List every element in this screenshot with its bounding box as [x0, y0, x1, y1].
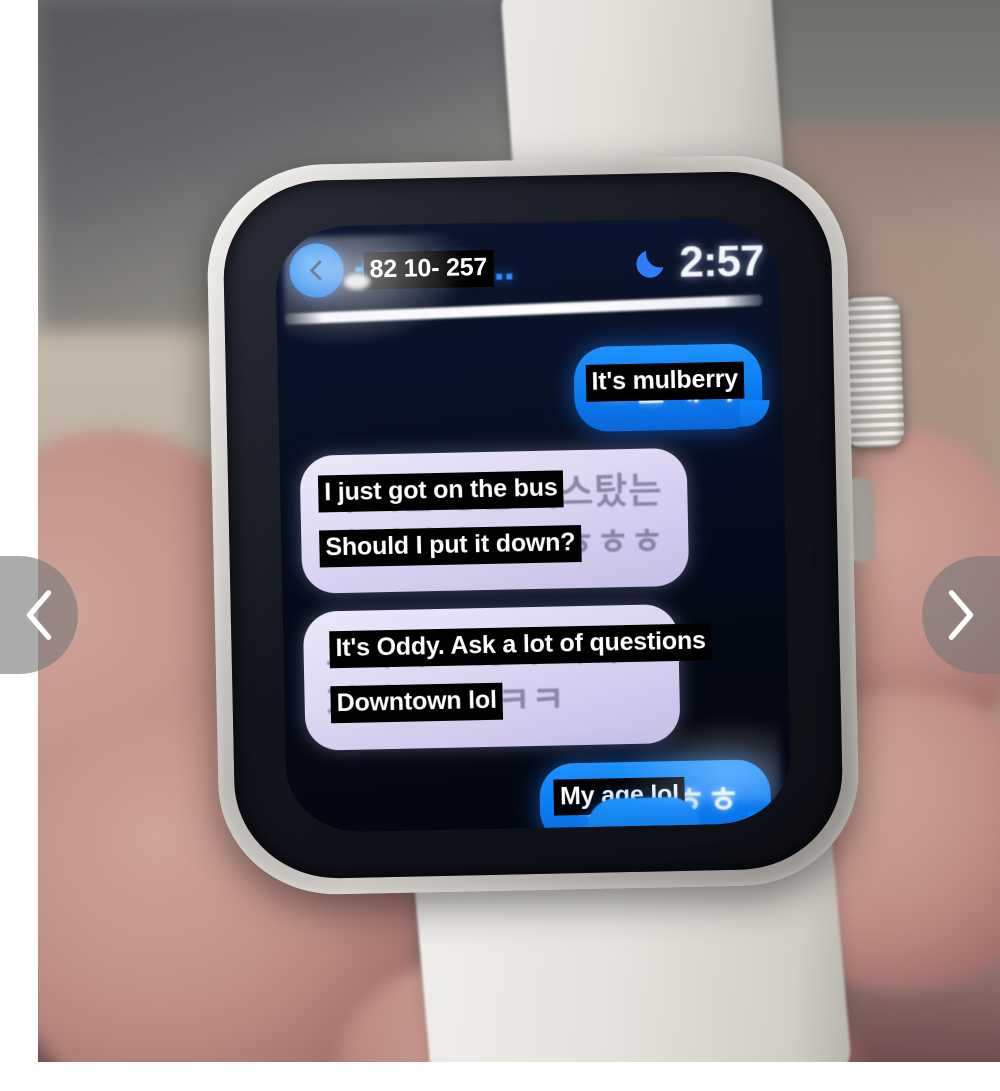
back-button[interactable] [289, 242, 345, 299]
translation-overlay-2b: Should I put it down? [319, 525, 582, 568]
messages-app: +82 10-... 2:57 82 10- 257 [275, 217, 792, 834]
watch-bezel: +82 10-... 2:57 82 10- 257 [221, 169, 845, 881]
message-bubble-partial[interactable] [586, 796, 700, 834]
translation-overlay-1: It's mulberry [585, 361, 745, 402]
moon-icon [636, 250, 664, 278]
message-row-incoming-2: 오디에요 많이 여쭤보 자네요ㅋㅋㅋㅋ It's Oddy. Ask a lot… [302, 602, 770, 751]
photo-canvas: +82 10-... 2:57 82 10- 257 [38, 0, 1000, 1062]
watch-body: +82 10-... 2:57 82 10- 257 [205, 153, 861, 897]
translation-overlay-3b: Downtown lol [330, 683, 504, 724]
watch-screen: +82 10-... 2:57 82 10- 257 [274, 216, 792, 834]
clock: 2:57 [678, 236, 765, 287]
translation-overlay-2a: I just got on the bus [317, 470, 564, 513]
chevron-left-icon [310, 260, 322, 281]
message-thread[interactable]: 오늘에여 It's mulberry 저 지금 방금 버스탔는 데 내릴까요?ㅎ… [277, 325, 791, 834]
chevron-left-icon [26, 590, 52, 640]
status-bar: +82 10-... 2:57 [275, 231, 780, 302]
message-row-incoming-1: 저 지금 방금 버스탔는 데 내릴까요?ㅎㅎㅎㅎ I just got on t… [299, 446, 767, 595]
image-viewer: +82 10-... 2:57 82 10- 257 [0, 0, 1000, 1091]
message-bubble-outgoing-1[interactable]: 오늘에여 It's mulberry [572, 343, 764, 433]
chevron-right-icon [948, 590, 974, 640]
message-bubble-incoming-2[interactable]: 오디에요 많이 여쭤보 자네요ㅋㅋㅋㅋ It's Oddy. Ask a lot… [302, 604, 713, 751]
message-row-outgoing-2: 내앙ㅌㅎㅎ My age lol [306, 758, 772, 834]
message-bubble-incoming-1[interactable]: 저 지금 방금 버스탔는 데 내릴까요?ㅎㅎㅎㅎ I just got on t… [299, 447, 690, 595]
message-row-outgoing-1: 오늘에여 It's mulberry [297, 343, 764, 438]
translation-overlay-title: 82 10- 257 [363, 249, 494, 289]
